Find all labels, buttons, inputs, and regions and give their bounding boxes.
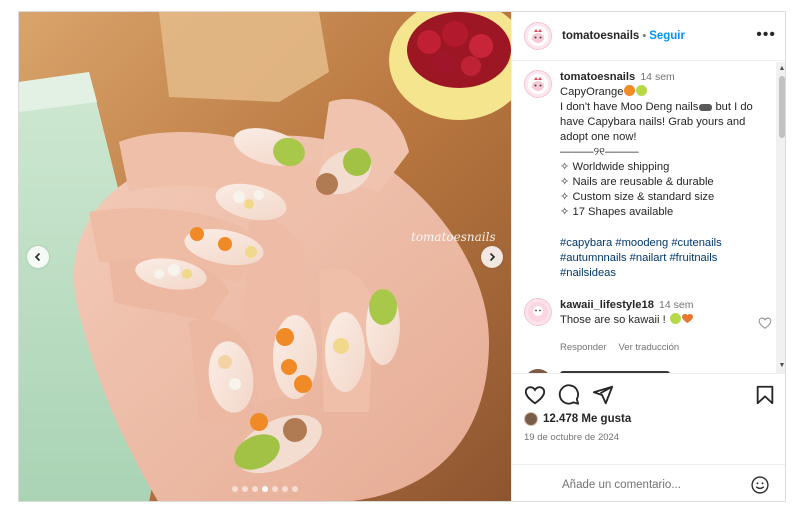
- hashtags[interactable]: #capybara #moodeng #cutenails #autumnnai…: [560, 236, 776, 281]
- bookmark-icon[interactable]: [754, 384, 776, 406]
- bee-emoji-icon: [669, 313, 681, 324]
- caption-username[interactable]: tomatoesnails: [560, 71, 635, 83]
- comment-username[interactable]: kawaii_lifestyle18: [560, 299, 654, 311]
- author-username[interactable]: tomatoesnails: [562, 30, 639, 42]
- caption-line: CapyOrange: [560, 85, 776, 100]
- caption: tomatoesnails 14 sem CapyOrange I don't …: [524, 70, 776, 281]
- reply-button[interactable]: Responder: [560, 340, 606, 355]
- commenter-avatar[interactable]: [524, 298, 552, 326]
- caption-text: ———୨୧———: [560, 146, 639, 158]
- post-actions-section: 12.478 Me gusta 19 de octubre de 2024: [512, 373, 785, 501]
- comment-like-heart-icon[interactable]: [758, 316, 772, 330]
- profile-picture-icon: [528, 302, 548, 322]
- caption-text: I don't have Moo Deng nails: [560, 101, 699, 113]
- carousel-dot: [282, 486, 288, 492]
- caption-text: ✧ 17 Shapes available: [560, 206, 674, 218]
- carousel-dot: [262, 486, 268, 492]
- comments-list: tomatoesnails 14 sem CapyOrange I don't …: [512, 62, 776, 373]
- follow-button[interactable]: Seguir: [649, 30, 685, 42]
- post-header: tomatoesnails • Seguir •••: [512, 12, 785, 61]
- likes-summary[interactable]: 12.478 Me gusta: [524, 412, 631, 426]
- heart-icon[interactable]: [524, 384, 546, 406]
- caption-body: tomatoesnails 14 sem CapyOrange I don't …: [560, 70, 776, 281]
- action-bar: [524, 384, 776, 408]
- comment-icon[interactable]: [558, 384, 580, 406]
- carousel-indicator: [19, 486, 511, 492]
- comment-time[interactable]: 14 sem: [659, 299, 693, 311]
- post-image[interactable]: tomatoesnails: [19, 12, 511, 501]
- comment-item: kawaii_lifestyle18 14 sem Those are so k…: [524, 298, 776, 355]
- orange-heart-icon: [681, 314, 693, 324]
- post-side-panel: tomatoesnails • Seguir ••• tomatoesnails…: [511, 12, 785, 501]
- carousel-dot: [242, 486, 248, 492]
- smiley-icon[interactable]: [750, 475, 770, 495]
- next-image-button[interactable]: [481, 246, 503, 268]
- carousel-dot: [292, 486, 298, 492]
- post-dialog: tomatoesnails tomatoesnails • Seguir •••…: [18, 11, 786, 502]
- bee-emoji-icon: [636, 85, 648, 96]
- comments-scrollbar[interactable]: ▲ ▼: [776, 62, 785, 373]
- chevron-left-icon: [34, 252, 41, 262]
- carousel-dot: [272, 486, 278, 492]
- carousel-dot: [252, 486, 258, 492]
- comment-body: kawaii_lifestyle18 14 sem Those are so k…: [560, 298, 760, 355]
- add-comment-area: [512, 464, 785, 501]
- caption-text: ✧ Worldwide shipping: [560, 161, 670, 173]
- comment-line: Those are so kawaii !: [560, 313, 760, 328]
- caption-avatar[interactable]: [524, 70, 552, 98]
- caption-time[interactable]: 14 sem: [640, 71, 674, 83]
- translate-button[interactable]: Ver traducción: [618, 340, 679, 355]
- nails-photo: [19, 12, 511, 501]
- chevron-right-icon: [489, 252, 496, 262]
- previous-image-button[interactable]: [27, 246, 49, 268]
- paper-plane-icon[interactable]: [592, 384, 614, 406]
- scroll-up-arrow-icon[interactable]: ▲: [778, 65, 785, 73]
- liker-avatar: [524, 412, 538, 426]
- caption-text: CapyOrange: [560, 86, 624, 98]
- profile-picture-icon: [528, 74, 548, 94]
- comment-actions: Responder Ver traducción: [560, 340, 760, 355]
- separator-dot: •: [642, 30, 647, 42]
- profile-picture-icon: [528, 26, 548, 46]
- scrollbar-thumb[interactable]: [779, 76, 785, 138]
- likes-count[interactable]: 12.478 Me gusta: [543, 413, 631, 425]
- comment-text: Those are so kawaii !: [560, 314, 666, 326]
- page: tomatoesnails tomatoesnails • Seguir •••…: [0, 0, 800, 514]
- orange-emoji-icon: [624, 85, 636, 96]
- pig-emoji-icon: [699, 104, 713, 111]
- more-options-button[interactable]: •••: [756, 27, 776, 43]
- watermark-text: tomatoesnails: [411, 230, 496, 244]
- caption-text: ✧ Custom size & standard size: [560, 191, 715, 203]
- scroll-down-arrow-icon[interactable]: ▼: [778, 362, 785, 370]
- post-date[interactable]: 19 de octubre de 2024: [524, 432, 619, 443]
- avatar[interactable]: [524, 22, 552, 50]
- caption-text: ✧ Nails are reusable & durable: [560, 176, 714, 188]
- carousel-dot: [232, 486, 238, 492]
- comment-input[interactable]: [562, 478, 732, 491]
